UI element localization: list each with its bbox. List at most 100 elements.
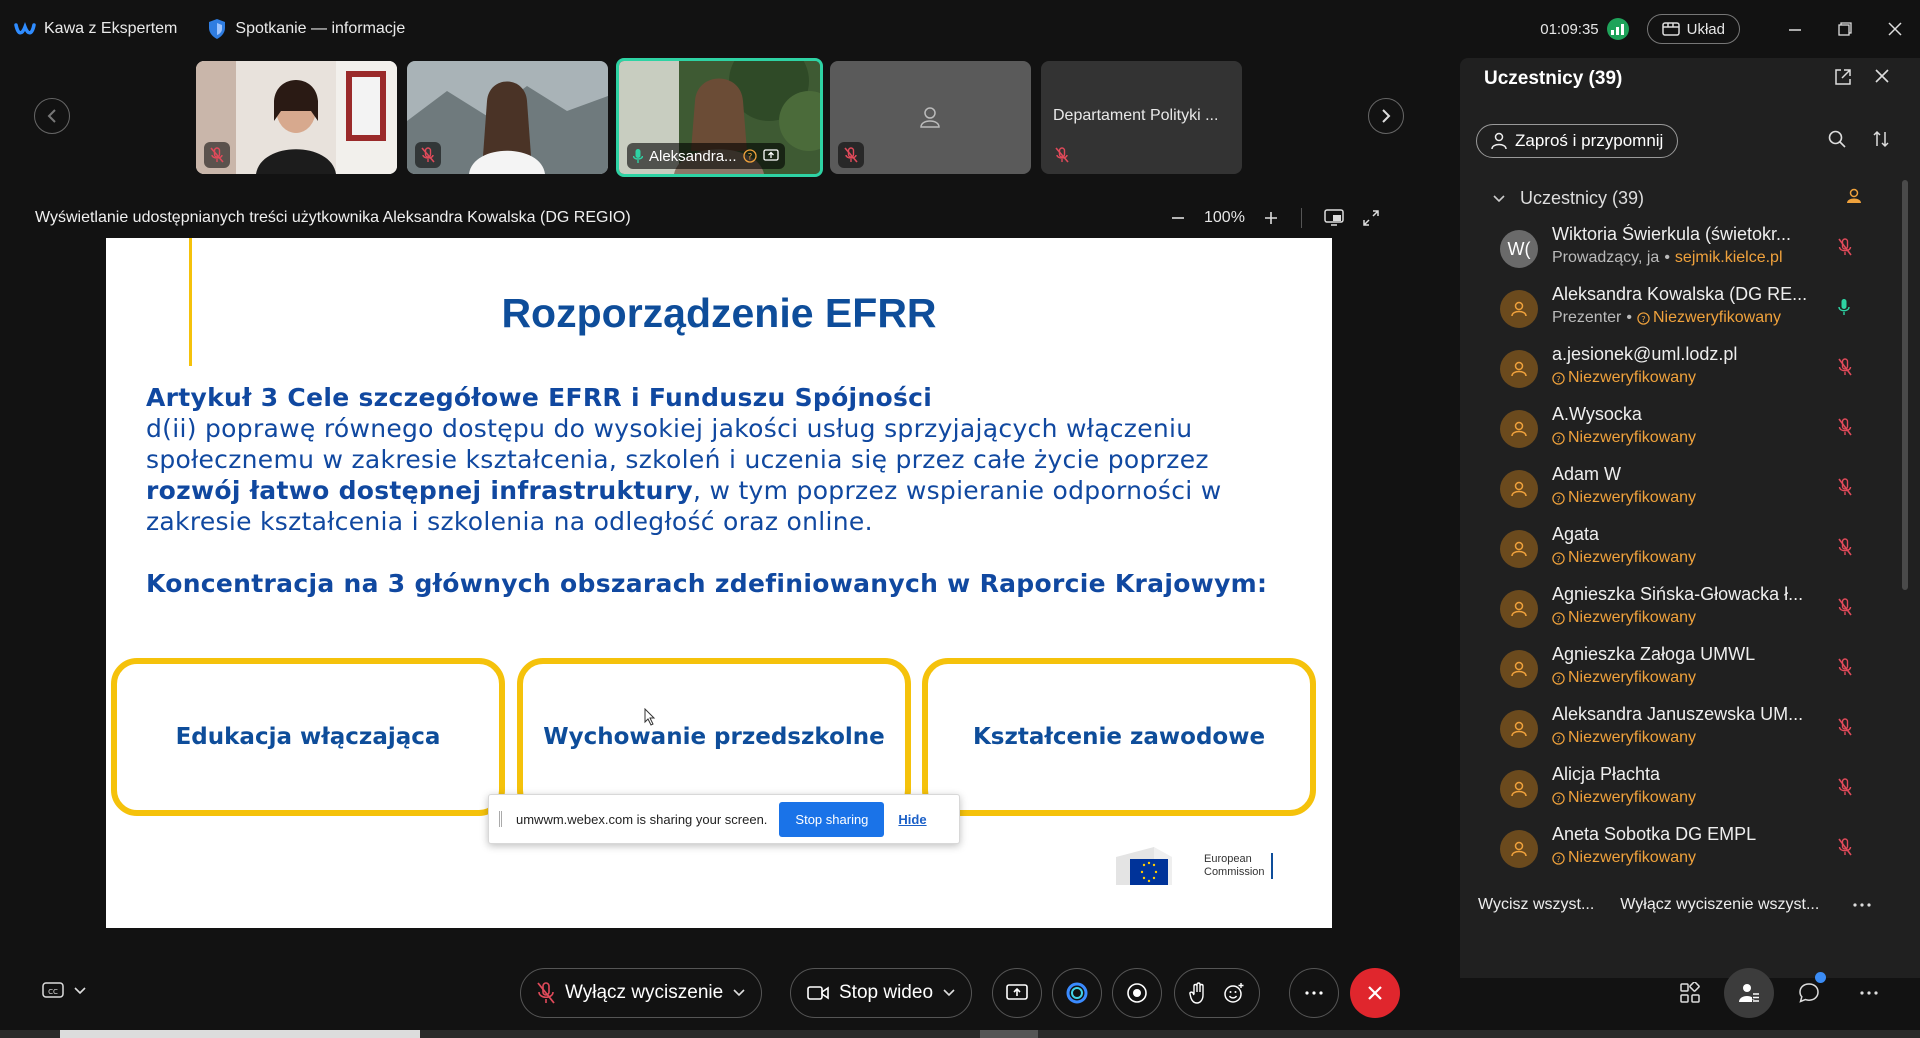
participant-row[interactable]: Alicja Płachta? Niezweryfikowany (1460, 758, 1890, 818)
pop-out-icon[interactable] (1834, 68, 1852, 86)
record-button[interactable] (1112, 968, 1162, 1018)
invite-and-remind-button[interactable]: Zaproś i przypomnij (1476, 124, 1679, 158)
video-thumbnail-2[interactable] (407, 61, 608, 174)
hide-link[interactable]: Hide (898, 812, 926, 827)
unverified-label: Niezweryfikowany (1568, 429, 1697, 446)
thumbnails-next-button[interactable] (1368, 98, 1404, 134)
participant-row[interactable]: Aneta Sobotka DG EMPL? Niezweryfikowany (1460, 818, 1890, 878)
participant-row[interactable]: Agata? Niezweryfikowany (1460, 518, 1890, 578)
end-meeting-button[interactable] (1350, 968, 1400, 1018)
avatar (1500, 290, 1538, 328)
participant-row[interactable]: Agnieszka Załoga UMWL? Niezweryfikowany (1460, 638, 1890, 698)
participants-group-header[interactable]: Uczestnicy (39) (1492, 188, 1644, 209)
muted-mic-icon (838, 142, 864, 168)
zoom-out-button[interactable] (1170, 210, 1186, 226)
search-icon[interactable] (1828, 130, 1846, 148)
more-options-button[interactable] (1289, 968, 1339, 1018)
unverified-group-icon (1846, 188, 1862, 204)
participants-scrollbar[interactable] (1902, 180, 1908, 590)
participant-status: Prezenter •? Niezweryfikowany (1552, 309, 1781, 327)
slide-focus-heading: Koncentracja na 3 głównych obszarach zde… (146, 569, 1268, 598)
participant-row[interactable]: W(Wiktoria Świerkula (świetokr... Prowadz… (1460, 218, 1890, 278)
muted-mic-icon[interactable] (1838, 718, 1852, 736)
record-icon (1127, 983, 1147, 1003)
shield-icon (207, 18, 227, 40)
muted-mic-icon[interactable] (1838, 478, 1852, 496)
video-thumbnail-5[interactable]: Departament Polityki ... (1041, 61, 1242, 174)
video-thumbnail-1[interactable] (196, 61, 397, 174)
slide-text-line: rozwój łatwo dostępnej infrastruktury, w… (146, 475, 1286, 506)
close-panel-icon[interactable] (1874, 68, 1890, 86)
zoom-in-button[interactable] (1263, 210, 1279, 226)
chat-icon (1799, 983, 1819, 1003)
reaction-emoji-icon[interactable] (1223, 982, 1245, 1004)
chevron-down-icon[interactable] (943, 989, 955, 997)
sharing-label: Wyświetlanie udostępnianych treści użytk… (35, 209, 631, 226)
person-icon (1509, 599, 1529, 619)
slide-text: , w tym poprzez wspieranie odporności w (692, 476, 1222, 505)
layout-label: Układ (1686, 20, 1725, 38)
muted-mic-icon[interactable] (1838, 598, 1852, 616)
participant-row[interactable]: Aleksandra Kowalska (DG RE... Prezenter •?… (1460, 278, 1890, 338)
signal-strength-icon[interactable] (1606, 18, 1629, 40)
video-thumbnail-active-speaker[interactable]: Aleksandra... ? (616, 58, 823, 177)
muted-mic-icon[interactable] (1838, 538, 1852, 556)
muted-mic-icon[interactable] (1838, 418, 1852, 436)
muted-mic-icon (415, 142, 441, 168)
stop-video-button[interactable]: Stop wideo (790, 968, 973, 1018)
muted-mic-icon[interactable] (1838, 658, 1852, 676)
mute-all-button[interactable]: Wycisz wszyst... (1478, 896, 1594, 914)
thumbnails-prev-button[interactable] (34, 98, 70, 134)
raise-hand-icon[interactable] (1189, 982, 1207, 1004)
more-dots-icon (1305, 991, 1323, 995)
muted-mic-icon[interactable] (1838, 838, 1852, 856)
video-thumbnail-4[interactable] (830, 61, 1031, 174)
participant-name: Aleksandra Januszewska UM... (1552, 704, 1804, 724)
participant-name: Aneta Sobotka DG EMPL (1552, 824, 1757, 844)
participant-row[interactable]: a.jesionek@uml.lodz.pl? Niezweryfikowany (1460, 338, 1890, 398)
unverified-label: Niezweryfikowany (1652, 309, 1782, 326)
sort-icon[interactable] (1872, 130, 1890, 148)
ai-assistant-button[interactable] (1052, 968, 1102, 1018)
chat-button[interactable] (1784, 968, 1834, 1018)
avatar (1500, 830, 1538, 868)
participant-row[interactable]: A.Wysocka? Niezweryfikowany (1460, 398, 1890, 458)
meeting-info-label: Spotkanie — informacje (235, 20, 406, 37)
unverified-icon: ? (742, 149, 757, 163)
muted-mic-icon[interactable] (1838, 358, 1852, 376)
participant-row[interactable]: Aleksandra Januszewska UM...? Niezweryfik… (1460, 698, 1890, 758)
drag-handle[interactable] (499, 811, 502, 827)
ec-logo-line: Commission (1204, 866, 1265, 878)
participants-button[interactable] (1724, 968, 1774, 1018)
slide-text-line: d(ii) poprawę równego dostępu do wysokie… (146, 414, 1193, 443)
layout-button[interactable]: Układ (1646, 14, 1740, 44)
chevron-down-icon[interactable] (733, 989, 745, 997)
meeting-info-button[interactable]: Spotkanie — informacje (207, 18, 405, 40)
apps-button[interactable] (1665, 968, 1715, 1018)
view-options-icon[interactable] (1324, 209, 1344, 227)
more-options-icon[interactable] (1853, 903, 1871, 907)
muted-mic-icon[interactable] (1838, 778, 1852, 796)
more-panels-button[interactable] (1844, 968, 1894, 1018)
participant-row[interactable]: Agnieszka Sińska-Głowacka ł...? Niezweryf… (1460, 578, 1890, 638)
participant-row[interactable]: Adam W? Niezweryfikowany (1460, 458, 1890, 518)
share-content-button[interactable] (992, 968, 1042, 1018)
minimize-button[interactable] (1770, 0, 1820, 58)
fullscreen-icon[interactable] (1362, 209, 1380, 227)
unmute-button[interactable]: Wyłącz wyciszenie (520, 968, 763, 1018)
stop-sharing-button[interactable]: Stop sharing (779, 801, 885, 837)
unverified-icon: ? (1552, 491, 1565, 505)
taskbar-segment (60, 1030, 420, 1038)
avatar (1500, 650, 1538, 688)
unverified-icon: ? (1552, 671, 1565, 685)
closed-captions-button[interactable]: CC (42, 982, 86, 1000)
restore-button[interactable] (1820, 0, 1870, 58)
participant-status: ? Niezweryfikowany (1552, 669, 1696, 687)
person-icon (1509, 419, 1529, 439)
zoom-level[interactable]: 100% (1204, 209, 1245, 227)
muted-mic-icon[interactable] (1838, 238, 1852, 256)
active-mic-icon[interactable] (1838, 298, 1850, 316)
unmute-all-button[interactable]: Wyłącz wyciszenie wszyst... (1620, 896, 1819, 914)
close-window-button[interactable] (1870, 0, 1920, 58)
person-icon (1509, 659, 1529, 679)
